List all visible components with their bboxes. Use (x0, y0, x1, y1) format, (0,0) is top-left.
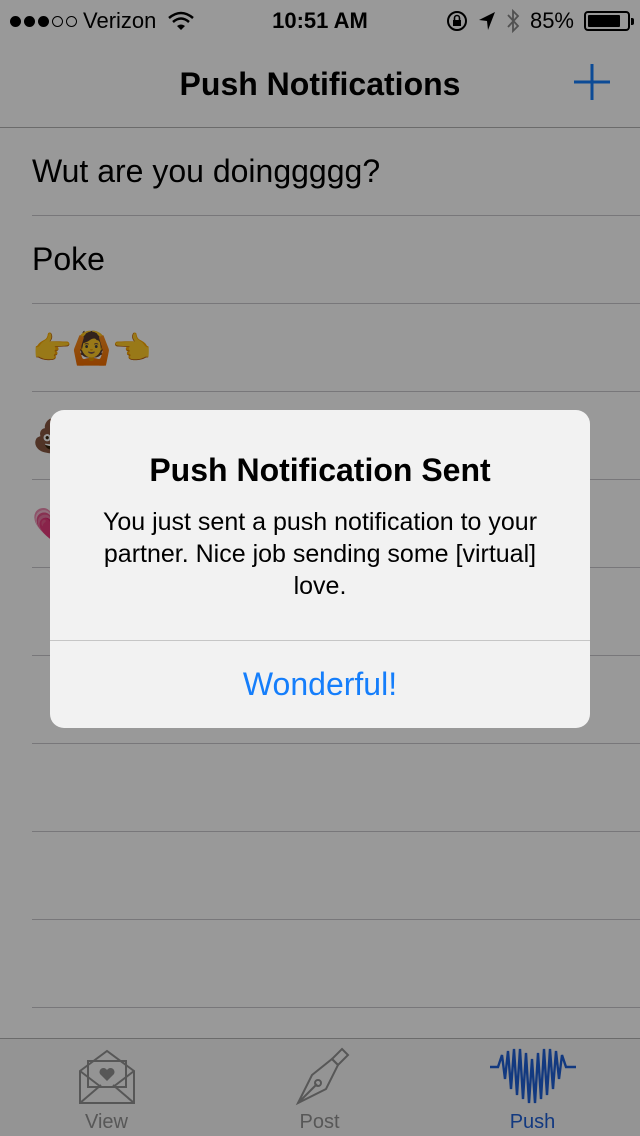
alert-dialog: Push Notification Sent You just sent a p… (50, 410, 590, 728)
alert-message: You just sent a push notification to you… (102, 508, 538, 600)
wonderful-button[interactable]: Wonderful! (50, 641, 590, 728)
alert-title: Push Notification Sent (149, 452, 491, 488)
